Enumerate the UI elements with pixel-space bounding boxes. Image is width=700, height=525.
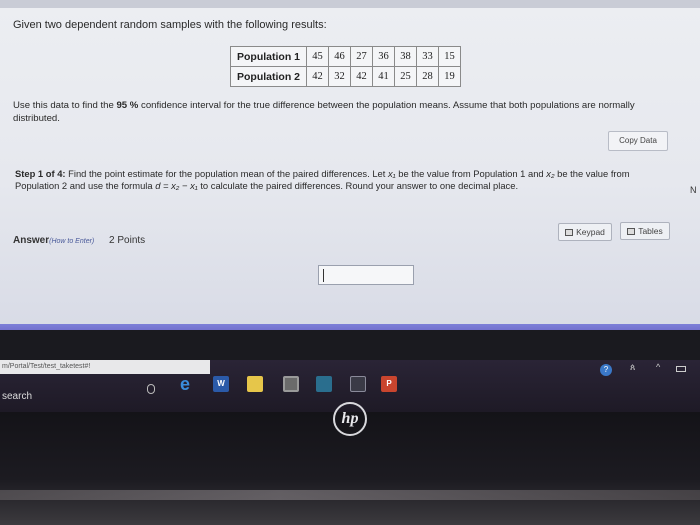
how-to-enter-link[interactable]: (How to Enter) (49, 238, 94, 245)
table-cell: 45 (306, 46, 329, 67)
table-cell: 32 (328, 66, 351, 87)
var-x1: x₁ (387, 168, 396, 179)
table-cell: 36 (372, 46, 395, 67)
status-url-tooltip: m/Portal/Test/test_taketest#! (0, 360, 210, 374)
step-instructions: Step 1 of 4: Find the point estimate for… (15, 168, 675, 192)
table-cell: 46 (328, 46, 351, 67)
edge-letter: N (690, 185, 697, 195)
table-cell: 33 (416, 46, 439, 67)
population-data-table: Population 1 45 46 27 36 38 33 15 Popula… (230, 46, 461, 87)
formula: d = x₂ − x₁ (155, 180, 198, 191)
image-viewer-icon[interactable] (350, 376, 366, 392)
table-cell: 41 (372, 66, 395, 87)
step-text-4: to calculate the paired differences. Rou… (200, 180, 519, 191)
word-icon[interactable]: W (213, 376, 229, 392)
problem-intro: Given two dependent random samples with … (13, 19, 327, 31)
table-row: Population 1 45 46 27 36 38 33 15 (230, 46, 461, 67)
table-icon (627, 228, 636, 235)
table-cell: 42 (350, 66, 373, 87)
calculator-icon[interactable] (283, 376, 299, 392)
table-cell: 38 (394, 46, 417, 67)
step-text-2: be the value from Population 1 and (398, 168, 544, 179)
text-caret (323, 269, 324, 282)
row-header-population-1: Population 1 (230, 46, 307, 67)
page-footer-band (0, 324, 700, 330)
table-cell: 25 (394, 66, 417, 87)
laptop-hinge (0, 490, 700, 500)
powerpoint-icon[interactable]: P (381, 376, 397, 392)
chevron-up-icon[interactable]: ^ (656, 362, 660, 372)
tables-button[interactable]: Tables (620, 222, 670, 240)
table-cell: 15 (438, 46, 461, 67)
microphone-icon[interactable] (147, 384, 155, 394)
var-x2: x₂ (546, 168, 555, 179)
hp-logo: hp (333, 402, 367, 436)
people-icon[interactable]: ጰ (630, 362, 635, 373)
file-explorer-icon[interactable] (247, 376, 263, 392)
table-cell: 19 (438, 66, 461, 87)
keypad-button[interactable]: Keypad (558, 223, 612, 241)
points-label: 2 Points (109, 235, 146, 246)
edge-browser-icon[interactable]: e (180, 375, 196, 393)
table-cell: 42 (306, 66, 329, 87)
table-cell: 28 (416, 66, 439, 87)
keypad-label: Keypad (576, 227, 605, 237)
photos-icon[interactable] (316, 376, 332, 392)
top-toolbar-strip (0, 0, 700, 8)
answer-label: Answer (13, 235, 50, 246)
tables-label: Tables (638, 226, 663, 236)
copy-data-button[interactable]: Copy Data (608, 131, 668, 151)
table-cell: 27 (350, 46, 373, 67)
search-label: search (2, 391, 33, 402)
step-label: Step 1 of 4: (15, 168, 66, 179)
battery-icon[interactable] (676, 366, 686, 372)
answer-input[interactable] (318, 265, 414, 285)
help-icon[interactable]: ? (600, 364, 612, 376)
taskbar-search[interactable]: search (0, 386, 140, 408)
table-row: Population 2 42 32 42 41 25 28 19 (230, 66, 461, 87)
browser-screen: Given two dependent random samples with … (0, 0, 700, 330)
keypad-icon (565, 229, 574, 236)
row-header-population-2: Population 2 (230, 66, 307, 87)
confidence-level: 95 % (116, 100, 139, 111)
step-text-1: Find the point estimate for the populati… (68, 168, 386, 179)
question-pre: Use this data to find the (13, 100, 114, 111)
answer-row: Answer(How to Enter) 2 Points (13, 235, 145, 246)
question-text: Use this data to find the 95 % confidenc… (13, 99, 653, 125)
